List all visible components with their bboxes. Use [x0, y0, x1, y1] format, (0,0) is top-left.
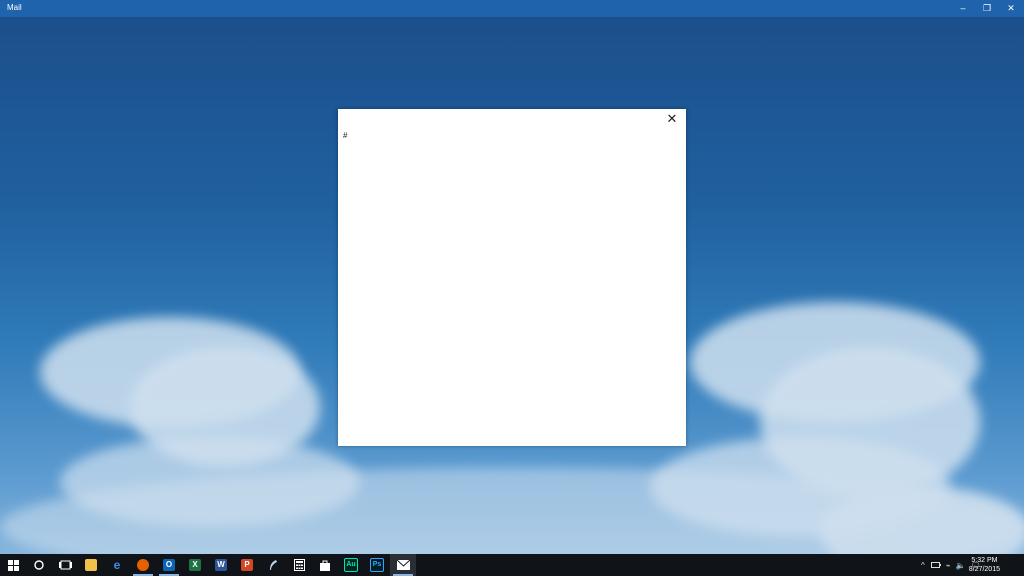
battery-icon[interactable]	[930, 561, 941, 569]
close-icon: ✕	[1007, 3, 1015, 13]
restore-button[interactable]: ❐	[975, 0, 999, 17]
cortana-icon	[34, 560, 44, 570]
calculator-icon	[293, 559, 305, 571]
dialog-content: #	[343, 131, 348, 140]
taskbar-clock[interactable]: 5:32 PM 8/27/2015	[969, 556, 1000, 574]
firefox-icon	[137, 559, 149, 571]
dialog-close-button[interactable]: ✕	[664, 111, 680, 127]
edge-icon: e	[113, 558, 121, 572]
start-button[interactable]	[0, 554, 26, 576]
close-icon: ✕	[666, 111, 678, 126]
photoshop-icon: Ps	[370, 558, 384, 572]
feather-icon	[270, 560, 277, 570]
app-title: Mail	[7, 3, 22, 12]
clock-date: 8/27/2015	[968, 566, 1000, 573]
restore-icon: ❐	[982, 3, 992, 13]
excel-icon: X	[189, 559, 201, 571]
network-icon[interactable]: ⌁	[946, 561, 951, 570]
show-hidden-icons-icon[interactable]: ^	[921, 561, 925, 570]
taskbar-feather-app[interactable]	[260, 554, 286, 576]
mail-icon	[396, 560, 410, 570]
dialog-panel: ✕ #	[338, 109, 686, 446]
taskbar-photoshop[interactable]: Ps	[364, 554, 390, 576]
taskbar-audition[interactable]: Au	[338, 554, 364, 576]
taskbar-powerpoint[interactable]: P	[234, 554, 260, 576]
taskbar-mail[interactable]	[390, 554, 416, 576]
windows-start-icon	[7, 559, 19, 571]
taskbar-word[interactable]: W	[208, 554, 234, 576]
task-view-button[interactable]	[52, 554, 78, 576]
volume-icon[interactable]: 🔈	[956, 561, 966, 570]
audition-icon: Au	[344, 558, 358, 572]
cortana-button[interactable]	[26, 554, 52, 576]
taskbar-store[interactable]	[312, 554, 338, 576]
taskbar-excel[interactable]: X	[182, 554, 208, 576]
minimize-button[interactable]: –	[951, 0, 975, 17]
taskbar-firefox[interactable]	[130, 554, 156, 576]
minimize-icon: –	[960, 3, 966, 13]
file-explorer-icon	[85, 559, 97, 571]
clock-time: 5:32 PM	[971, 557, 998, 564]
app-titlebar: Mail – ❐ ✕	[0, 0, 1024, 17]
powerpoint-icon: P	[241, 559, 253, 571]
taskbar: e O X W P Au Ps ^ ⌁ 🔈 🗨 5:32 PM 8/27/201…	[0, 554, 1024, 576]
taskbar-edge[interactable]: e	[104, 554, 130, 576]
taskbar-calculator[interactable]	[286, 554, 312, 576]
store-icon	[320, 560, 330, 571]
task-view-icon	[58, 560, 72, 570]
taskbar-file-explorer[interactable]	[78, 554, 104, 576]
outlook-icon: O	[163, 559, 175, 571]
close-window-button[interactable]: ✕	[999, 0, 1023, 17]
word-icon: W	[215, 559, 227, 571]
taskbar-outlook[interactable]: O	[156, 554, 182, 576]
